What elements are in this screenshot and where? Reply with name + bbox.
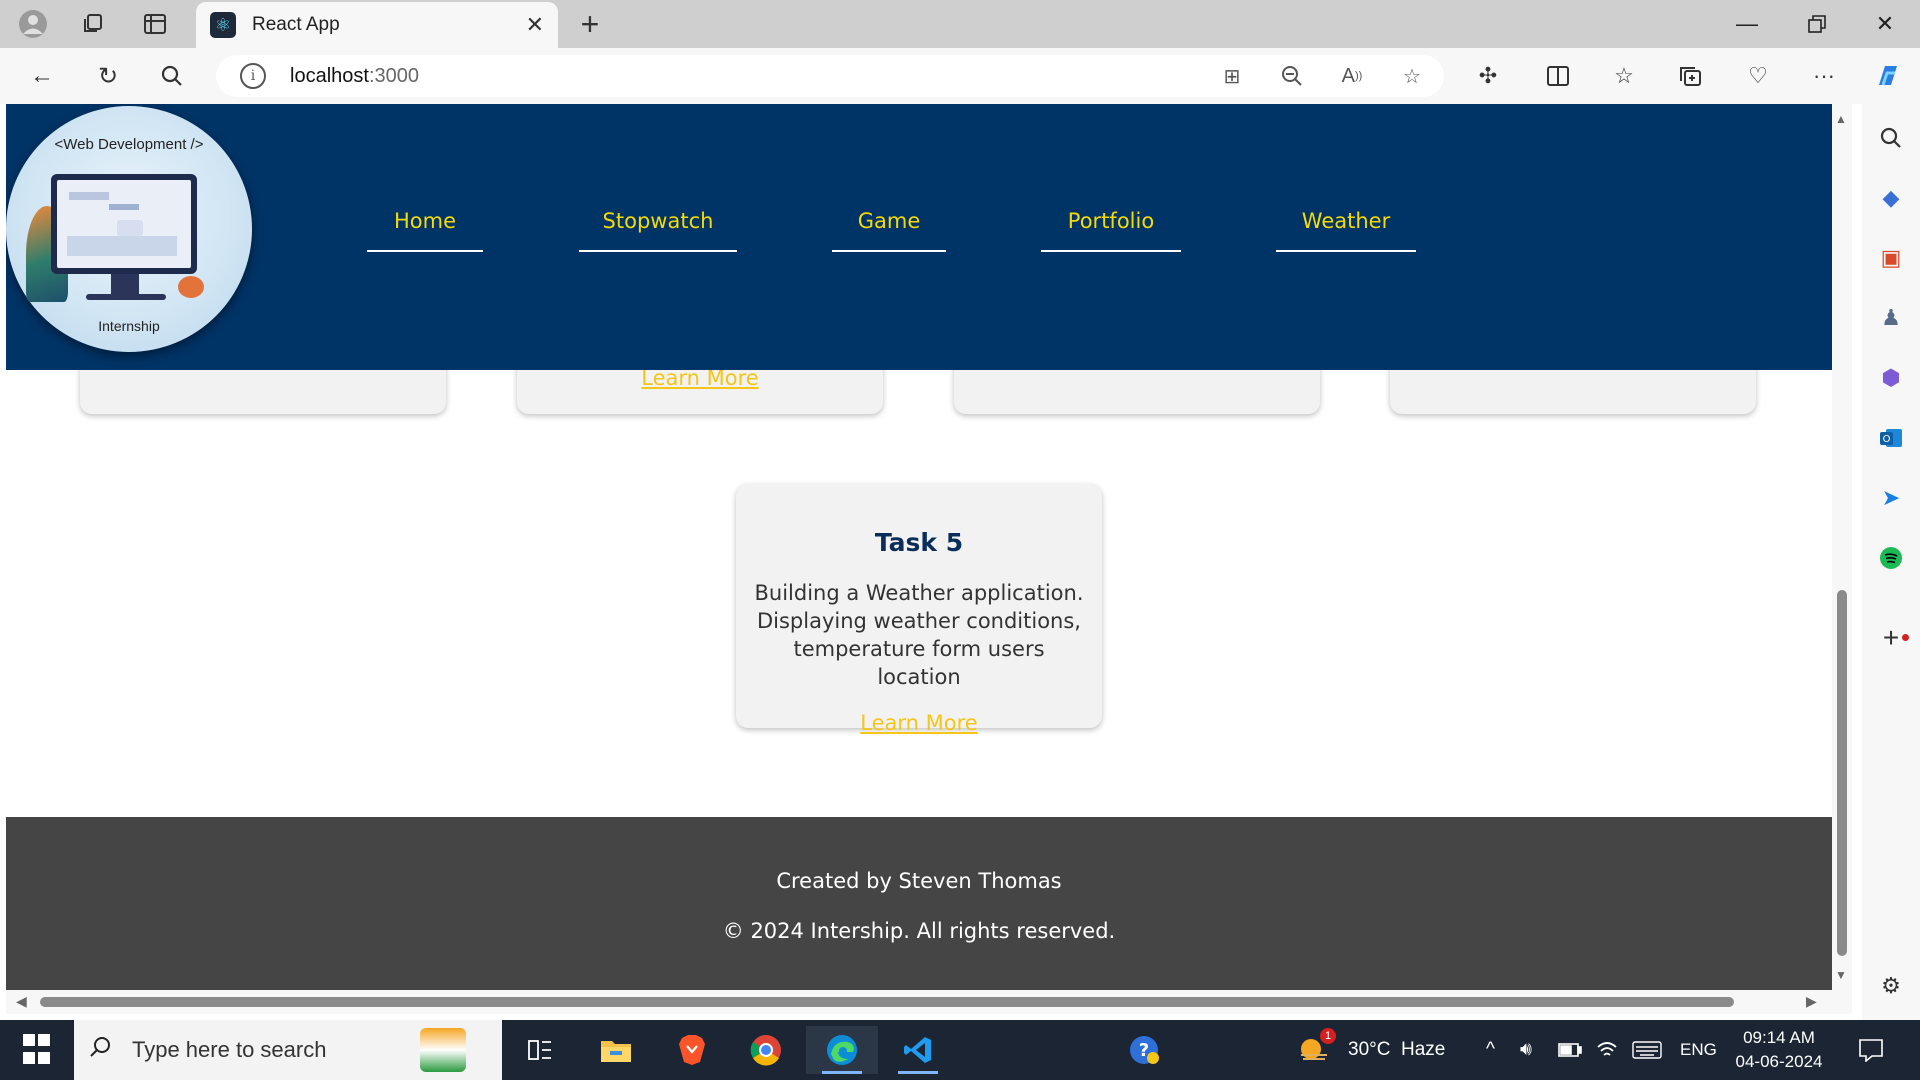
zoom-out-icon[interactable] — [1276, 61, 1308, 91]
minimize-icon[interactable]: — — [1712, 4, 1782, 44]
collections-icon[interactable] — [1670, 58, 1710, 94]
sidebar-shopping-icon[interactable]: ◆ — [1875, 182, 1907, 214]
vertical-scrollbar[interactable]: ▲ ▼ — [1832, 104, 1852, 990]
read-aloud-icon[interactable]: A)) — [1336, 61, 1368, 91]
logo-stand-art — [111, 274, 139, 296]
taskbar-search-box[interactable]: Type here to search — [74, 1020, 502, 1080]
workspaces-icon[interactable] — [76, 8, 110, 40]
close-window-icon[interactable]: ✕ — [1850, 4, 1920, 44]
scroll-right-arrow-icon[interactable]: ▶ — [1806, 993, 1817, 1010]
app-available-icon[interactable]: ⊞ — [1216, 61, 1248, 91]
task-view-icon[interactable] — [504, 1026, 576, 1074]
url-host: localhost — [290, 64, 369, 87]
sidebar-spotify-icon[interactable] — [1875, 542, 1907, 574]
sidebar-outlook-icon[interactable]: O — [1875, 422, 1907, 454]
logo-top-text: <Web Development /> — [54, 136, 204, 153]
extensions-icon[interactable]: ✣ — [1468, 58, 1508, 94]
nav-game[interactable]: Game — [832, 192, 946, 252]
profile-icon[interactable] — [16, 8, 50, 40]
tab-actions-icon[interactable] — [138, 8, 172, 40]
svg-text:O: O — [1883, 434, 1891, 445]
address-bar[interactable]: i localhost:3000 ⊞ A)) ☆ — [216, 55, 1444, 97]
close-tab-icon[interactable]: ✕ — [526, 12, 544, 38]
search-highlight-art — [420, 1028, 466, 1072]
url-port: :3000 — [368, 64, 419, 87]
nav-portfolio[interactable]: Portfolio — [1041, 192, 1181, 252]
show-hidden-icons-icon[interactable]: ^ — [1486, 1020, 1495, 1080]
weather-text[interactable]: 30°C Haze — [1348, 1020, 1445, 1080]
windows-taskbar: Type here to search ? 1 30°C Haze ^ 🔊︎ E… — [0, 1020, 1920, 1080]
footer-created-by: Created by Steven Thomas — [776, 869, 1062, 893]
logo-fruit-art — [178, 276, 204, 298]
copilot-icon[interactable] — [1868, 58, 1908, 94]
edge-icon[interactable] — [806, 1026, 878, 1074]
task-description: Building a Weather application. Displayi… — [754, 581, 1084, 689]
battery-icon[interactable] — [1558, 1020, 1582, 1080]
browser-toolbar: ← ↻ i localhost:3000 ⊞ A)) ☆ ✣ ☆ ♡ ··· — [0, 48, 1920, 104]
notification-dot — [1902, 634, 1909, 641]
keyboard-icon[interactable] — [1632, 1020, 1662, 1080]
sidebar-office-icon[interactable]: ⬢ — [1875, 362, 1907, 394]
sidebar-tools-icon[interactable]: ▣ — [1875, 242, 1907, 274]
notifications-icon[interactable] — [1858, 1020, 1884, 1080]
scroll-up-arrow-icon[interactable]: ▲ — [1835, 112, 1847, 126]
scroll-left-arrow-icon[interactable]: ◀ — [16, 993, 27, 1010]
logo-bottom-text: Internship — [98, 318, 160, 334]
weather-badge: 1 — [1320, 1028, 1336, 1044]
edge-sidebar: ◆ ▣ ♟ ⬢ O ➤ + ⚙ — [1862, 104, 1920, 1020]
taskbar-clock[interactable]: 09:14 AM 04-06-2024 — [1714, 1026, 1844, 1074]
horizontal-scroll-thumb[interactable] — [40, 997, 1734, 1007]
taskbar-search-icon — [88, 1035, 112, 1065]
split-screen-icon[interactable] — [1538, 58, 1578, 94]
weather-icon[interactable]: 1 — [1284, 1026, 1344, 1074]
vscode-icon[interactable] — [882, 1026, 954, 1074]
browser-essentials-icon[interactable]: ♡ — [1738, 58, 1778, 94]
favorites-icon[interactable]: ☆ — [1604, 58, 1644, 94]
taskbar-search-placeholder: Type here to search — [132, 1037, 327, 1062]
sidebar-search-icon[interactable] — [1875, 122, 1907, 154]
wifi-icon[interactable] — [1596, 1020, 1618, 1080]
scroll-down-arrow-icon[interactable]: ▼ — [1835, 968, 1847, 982]
horizontal-scrollbar[interactable]: ◀ ▶ — [6, 990, 1852, 1014]
nav-stopwatch[interactable]: Stopwatch — [579, 192, 737, 252]
favorite-star-icon[interactable]: ☆ — [1396, 61, 1428, 91]
brave-browser-icon[interactable] — [656, 1026, 728, 1074]
browser-tab-bar: ⚛ React App ✕ + — ✕ — [0, 0, 1920, 48]
back-icon[interactable]: ← — [22, 58, 62, 94]
search-icon[interactable] — [152, 58, 192, 94]
restore-icon[interactable] — [1782, 4, 1852, 44]
more-options-icon[interactable]: ··· — [1804, 58, 1844, 94]
help-icon[interactable]: ? — [1108, 1026, 1180, 1074]
file-explorer-icon[interactable] — [580, 1026, 652, 1074]
clock-date: 04-06-2024 — [1735, 1052, 1823, 1071]
volume-icon[interactable]: 🔊︎ — [1520, 1020, 1532, 1080]
refresh-icon[interactable]: ↻ — [88, 58, 128, 94]
sidebar-games-icon[interactable]: ♟ — [1875, 302, 1907, 334]
site-footer: Created by Steven Thomas © 2024 Intershi… — [6, 817, 1832, 990]
sidebar-settings-icon[interactable]: ⚙ — [1875, 970, 1907, 1002]
start-button-icon[interactable] — [14, 1034, 58, 1066]
task-card-5: Task 5 Building a Weather application. D… — [736, 484, 1102, 735]
chrome-icon[interactable] — [730, 1026, 802, 1074]
language-indicator[interactable]: ENG — [1680, 1020, 1717, 1080]
react-favicon-icon: ⚛ — [210, 12, 236, 38]
main-nav: Home Stopwatch Game Portfolio Weather — [6, 192, 1832, 252]
footer-copyright: © 2024 Intership. All rights reserved. — [722, 919, 1116, 943]
new-tab-icon[interactable]: + — [572, 6, 608, 43]
sidebar-send-icon[interactable]: ➤ — [1875, 482, 1907, 514]
logo-base-art — [86, 294, 166, 300]
site-header: <Web Development /> Internship Home Stop… — [6, 104, 1832, 370]
nav-home[interactable]: Home — [367, 192, 483, 252]
vertical-scroll-thumb[interactable] — [1837, 590, 1847, 956]
active-tab[interactable]: ⚛ React App ✕ — [196, 2, 558, 48]
nav-weather[interactable]: Weather — [1276, 192, 1416, 252]
tab-title: React App — [252, 14, 340, 35]
page-viewport: Learn More Task 5 Building a Weather app… — [6, 104, 1832, 990]
clock-time: 09:14 AM — [1743, 1028, 1815, 1047]
learn-more-link[interactable]: Learn More — [860, 711, 977, 735]
site-info-icon[interactable]: i — [240, 63, 266, 89]
task-title: Task 5 — [874, 528, 964, 557]
